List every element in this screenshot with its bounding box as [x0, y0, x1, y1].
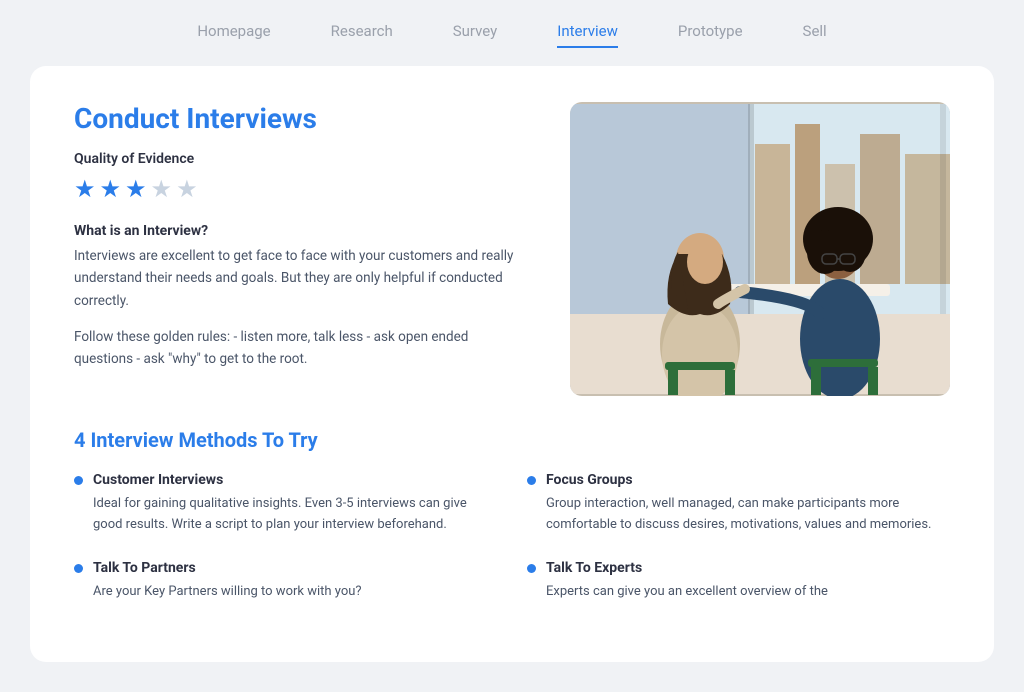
golden-rules-text: Follow these golden rules: - listen more… [74, 326, 530, 371]
star-1: ★ [74, 175, 96, 203]
method-header-3: Talk To Partners [74, 560, 497, 576]
methods-section: 4 Interview Methods To Try Customer Inte… [74, 428, 950, 622]
method-desc-3: Are your Key Partners willing to work wi… [74, 582, 497, 603]
nav-interview[interactable]: Interview [557, 22, 618, 48]
method-header-4: Talk To Experts [527, 560, 950, 576]
method-talk-to-partners: Talk To Partners Are your Key Partners w… [74, 560, 497, 603]
methods-grid: Customer Interviews Ideal for gaining qu… [74, 472, 950, 622]
method-desc-2: Group interaction, well managed, can mak… [527, 494, 950, 536]
main-card: Conduct Interviews Quality of Evidence ★… [30, 66, 994, 662]
method-name-4: Talk To Experts [546, 560, 642, 576]
method-dot-4 [527, 564, 536, 573]
method-name-1: Customer Interviews [93, 472, 223, 488]
method-dot-2 [527, 476, 536, 485]
star-4: ★ [151, 175, 173, 203]
nav-sell[interactable]: Sell [803, 22, 827, 48]
what-is-heading: What is an Interview? [74, 223, 530, 239]
nav-research[interactable]: Research [331, 22, 393, 48]
nav-bar: Homepage Research Survey Interview Proto… [0, 0, 1024, 66]
page-wrapper: Homepage Research Survey Interview Proto… [0, 0, 1024, 692]
star-5: ★ [176, 175, 198, 203]
stars-rating: ★ ★ ★ ★ ★ [74, 175, 530, 203]
nav-survey[interactable]: Survey [453, 22, 498, 48]
page-title: Conduct Interviews [74, 102, 530, 135]
method-dot-1 [74, 476, 83, 485]
method-name-2: Focus Groups [546, 472, 633, 488]
nav-prototype[interactable]: Prototype [678, 22, 743, 48]
method-dot-3 [74, 564, 83, 573]
top-section: Conduct Interviews Quality of Evidence ★… [74, 102, 950, 396]
method-focus-groups: Focus Groups Group interaction, well man… [527, 472, 950, 536]
star-3: ★ [125, 175, 147, 203]
quality-label: Quality of Evidence [74, 151, 530, 167]
method-header-1: Customer Interviews [74, 472, 497, 488]
left-content: Conduct Interviews Quality of Evidence ★… [74, 102, 530, 396]
nav-homepage[interactable]: Homepage [197, 22, 270, 48]
method-header-2: Focus Groups [527, 472, 950, 488]
method-customer-interviews: Customer Interviews Ideal for gaining qu… [74, 472, 497, 536]
methods-title: 4 Interview Methods To Try [74, 428, 950, 452]
method-talk-to-experts: Talk To Experts Experts can give you an … [527, 560, 950, 603]
method-name-3: Talk To Partners [93, 560, 196, 576]
interview-image [570, 102, 950, 396]
method-desc-4: Experts can give you an excellent overvi… [527, 582, 950, 603]
what-is-text: Interviews are excellent to get face to … [74, 245, 530, 312]
method-desc-1: Ideal for gaining qualitative insights. … [74, 494, 497, 536]
interview-illustration-svg [570, 102, 950, 396]
star-2: ★ [100, 175, 122, 203]
